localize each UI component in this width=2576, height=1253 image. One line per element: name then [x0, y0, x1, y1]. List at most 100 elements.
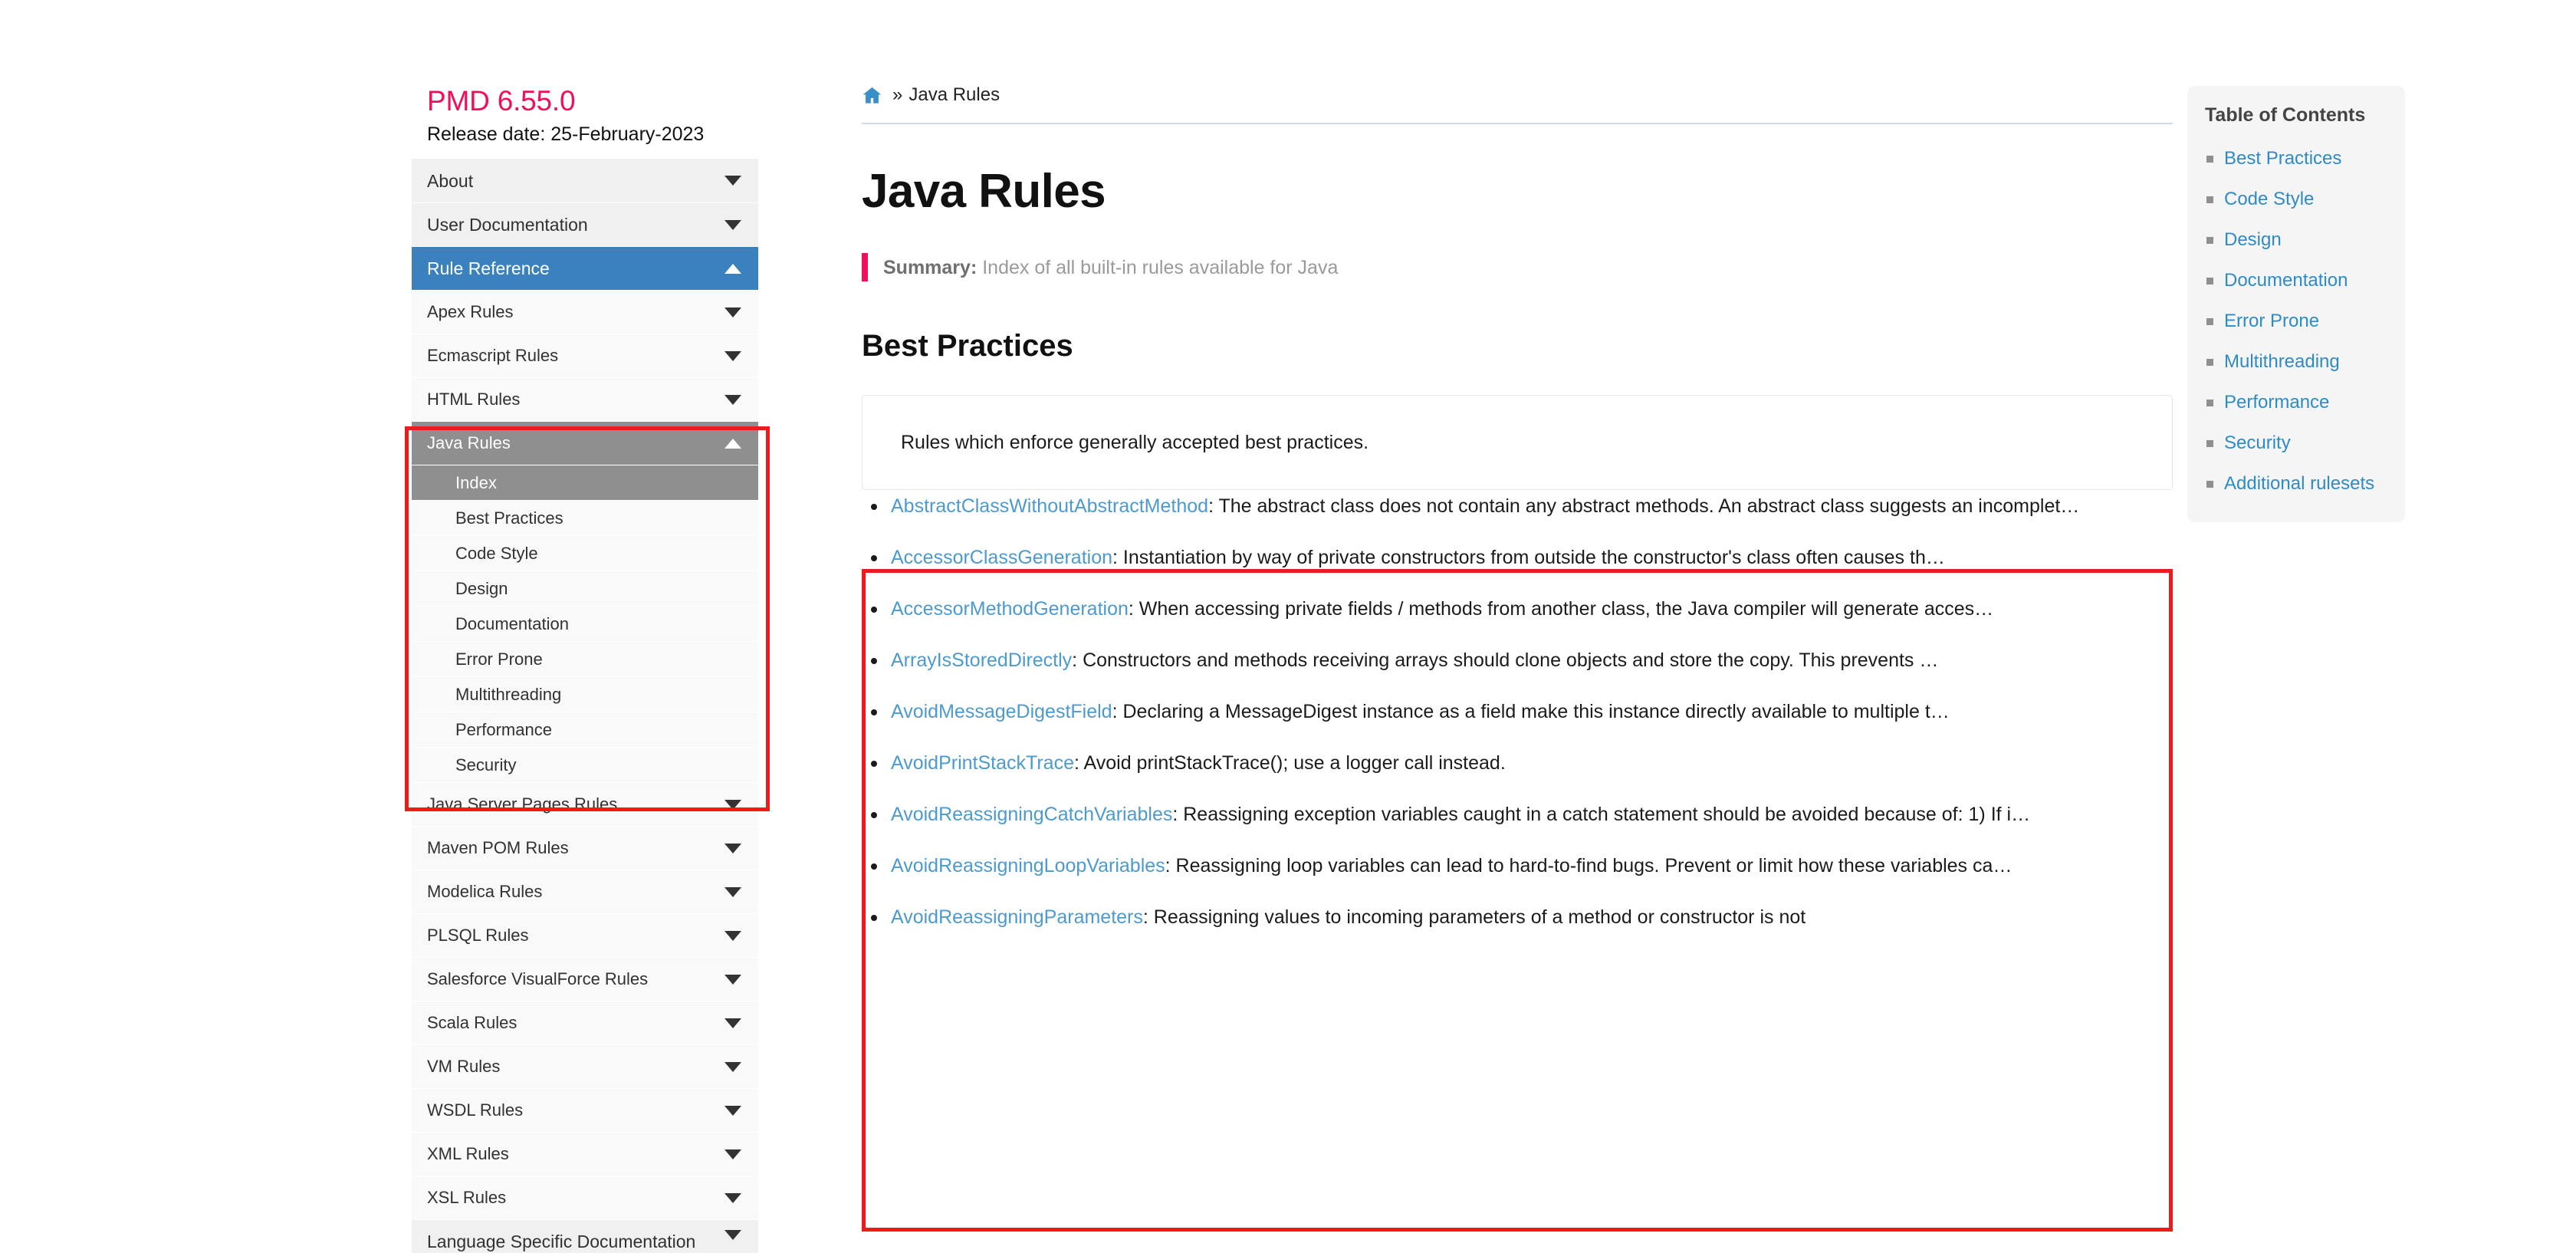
sidebar-item-java-rules[interactable]: Java Rules [412, 421, 758, 465]
rule-link[interactable]: AbstractClassWithoutAbstractMethod [891, 495, 1208, 517]
sidebar-item-apex-rules[interactable]: Apex Rules [412, 290, 758, 334]
chevron-down-icon[interactable] [724, 394, 741, 405]
sidebar-item-label: Performance [455, 719, 552, 739]
rule-list-item: ArrayIsStoredDirectly: Constructors and … [862, 644, 2173, 677]
sidebar-item-documentation[interactable]: Documentation [412, 606, 758, 641]
chevron-up-icon[interactable] [724, 263, 741, 274]
sidebar-item-code-style[interactable]: Code Style [412, 535, 758, 571]
chevron-down-icon[interactable] [724, 1105, 741, 1116]
sidebar-item-scala-rules[interactable]: Scala Rules [412, 1001, 758, 1044]
brand-title: PMD 6.55.0 [427, 85, 576, 117]
toc-link[interactable]: Code Style [2224, 189, 2314, 210]
sidebar: PMD 6.55.0 Release date: 25-February-202… [412, 84, 758, 1253]
toc-item-design[interactable]: Design [2187, 219, 2405, 260]
section-description-box: Rules which enforce generally accepted b… [862, 395, 2173, 490]
chevron-down-icon[interactable] [724, 1061, 741, 1072]
rule-link[interactable]: AvoidReassigningParameters [891, 906, 1143, 928]
sidebar-item-design[interactable]: Design [412, 571, 758, 606]
sidebar-nav: About User Documentation Rule Reference Ape… [412, 159, 758, 1253]
sidebar-item-xsl-rules[interactable]: XSL Rules [412, 1176, 758, 1219]
rule-description: : Reassigning values to incoming paramet… [1142, 906, 1806, 928]
chevron-down-icon[interactable] [724, 974, 741, 985]
toc-item-best-practices[interactable]: Best Practices [2187, 138, 2405, 179]
toc-link[interactable]: Design [2224, 229, 2282, 251]
sidebar-item-vm-rules[interactable]: VM Rules [412, 1044, 758, 1088]
sidebar-item-java-server-pages-rules[interactable]: Java Server Pages Rules [412, 782, 758, 826]
toc-link[interactable]: Additional rulesets [2224, 473, 2374, 495]
sidebar-item-plsql-rules[interactable]: PLSQL Rules [412, 913, 758, 957]
sidebar-item-label: Maven POM Rules [427, 838, 569, 857]
rule-link[interactable]: AvoidReassigningCatchVariables [891, 804, 1172, 825]
rule-link[interactable]: AccessorClassGeneration [891, 547, 1112, 568]
sidebar-item-performance[interactable]: Performance [412, 712, 758, 747]
sidebar-item-label: Salesforce VisualForce Rules [427, 969, 649, 988]
sidebar-item-wsdl-rules[interactable]: WSDL Rules [412, 1088, 758, 1132]
table-of-contents: Table of Contents Best Practices Code Sty… [2187, 86, 2405, 522]
rule-link[interactable]: AvoidPrintStackTrace [891, 752, 1074, 774]
toc-link[interactable]: Multithreading [2224, 351, 2340, 373]
toc-item-code-style[interactable]: Code Style [2187, 179, 2405, 219]
sidebar-item-ecmascript-rules[interactable]: Ecmascript Rules [412, 334, 758, 377]
chevron-down-icon[interactable] [724, 307, 741, 317]
summary-body: Index of all built-in rules available fo… [982, 257, 1339, 278]
sidebar-item-modelica-rules[interactable]: Modelica Rules [412, 870, 758, 913]
sidebar-item-index[interactable]: Index [412, 465, 758, 500]
rules-list: AbstractClassWithoutAbstractMethod: The … [862, 490, 2173, 934]
chevron-down-icon[interactable] [724, 1230, 741, 1240]
chevron-down-icon[interactable] [724, 799, 741, 810]
rule-link[interactable]: ArrayIsStoredDirectly [891, 650, 1072, 671]
rule-link[interactable]: AvoidMessageDigestField [891, 701, 1112, 722]
toc-link[interactable]: Best Practices [2224, 148, 2341, 169]
sidebar-item-security[interactable]: Security [412, 747, 758, 782]
sidebar-item-about[interactable]: About [412, 159, 758, 202]
sidebar-item-label: VM Rules [427, 1057, 501, 1076]
sidebar-item-user-documentation[interactable]: User Documentation [412, 202, 758, 246]
chevron-up-icon[interactable] [724, 438, 741, 449]
toc-link[interactable]: Error Prone [2224, 311, 2319, 332]
toc-link[interactable]: Security [2224, 432, 2291, 454]
chevron-down-icon[interactable] [724, 219, 741, 230]
sidebar-item-label: Java Server Pages Rules [427, 794, 618, 814]
rule-link[interactable]: AccessorMethodGeneration [891, 598, 1129, 620]
sidebar-item-rule-reference[interactable]: Rule Reference [412, 246, 758, 290]
sidebar-item-language-specific-documentation[interactable]: Language Specific Documentation [412, 1219, 758, 1253]
chevron-down-icon[interactable] [724, 1192, 741, 1203]
chevron-down-icon[interactable] [724, 176, 741, 186]
rule-description: : Avoid printStackTrace(); use a logger … [1074, 752, 1506, 774]
rule-list-item: AvoidReassigningParameters: Reassigning … [862, 901, 2173, 934]
chevron-down-icon[interactable] [724, 843, 741, 853]
chevron-down-icon[interactable] [724, 350, 741, 361]
toc-item-error-prone[interactable]: Error Prone [2187, 301, 2405, 341]
rule-link[interactable]: AvoidReassigningLoopVariables [891, 855, 1165, 876]
toc-item-multithreading[interactable]: Multithreading [2187, 341, 2405, 382]
chevron-down-icon[interactable] [724, 1149, 741, 1159]
rule-list-item: AvoidPrintStackTrace: Avoid printStackTr… [862, 747, 2173, 780]
sidebar-item-multithreading[interactable]: Multithreading [412, 676, 758, 712]
sidebar-item-maven-pom-rules[interactable]: Maven POM Rules [412, 826, 758, 870]
sidebar-item-best-practices[interactable]: Best Practices [412, 500, 758, 535]
toc-item-security[interactable]: Security [2187, 423, 2405, 463]
toc-item-additional-rulesets[interactable]: Additional rulesets [2187, 463, 2405, 504]
breadcrumb-current: Java Rules [909, 84, 1001, 105]
toc-link[interactable]: Documentation [2224, 270, 2348, 291]
sidebar-item-label: Multithreading [455, 684, 562, 704]
chevron-down-icon[interactable] [724, 930, 741, 941]
toc-item-documentation[interactable]: Documentation [2187, 260, 2405, 301]
sidebar-item-xml-rules[interactable]: XML Rules [412, 1132, 758, 1176]
chevron-down-icon[interactable] [724, 886, 741, 897]
sidebar-item-label: Scala Rules [427, 1013, 518, 1032]
rule-description: : When accessing private fields / method… [1128, 598, 1994, 620]
home-icon[interactable] [862, 85, 882, 106]
toc-item-performance[interactable]: Performance [2187, 382, 2405, 423]
sidebar-item-html-rules[interactable]: HTML Rules [412, 377, 758, 421]
chevron-down-icon[interactable] [724, 1018, 741, 1028]
sidebar-item-label: Design [455, 578, 508, 598]
sidebar-item-label: Ecmascript Rules [427, 346, 559, 365]
sidebar-item-label: XML Rules [427, 1144, 509, 1163]
toc-link[interactable]: Performance [2224, 392, 2329, 413]
sidebar-item-error-prone[interactable]: Error Prone [412, 641, 758, 676]
toc-title: Table of Contents [2205, 104, 2366, 126]
sidebar-item-salesforce-visualforce-rules[interactable]: Salesforce VisualForce Rules [412, 957, 758, 1001]
rule-list-item: AccessorMethodGeneration: When accessing… [862, 593, 2173, 626]
sidebar-item-label: Code Style [455, 543, 538, 563]
